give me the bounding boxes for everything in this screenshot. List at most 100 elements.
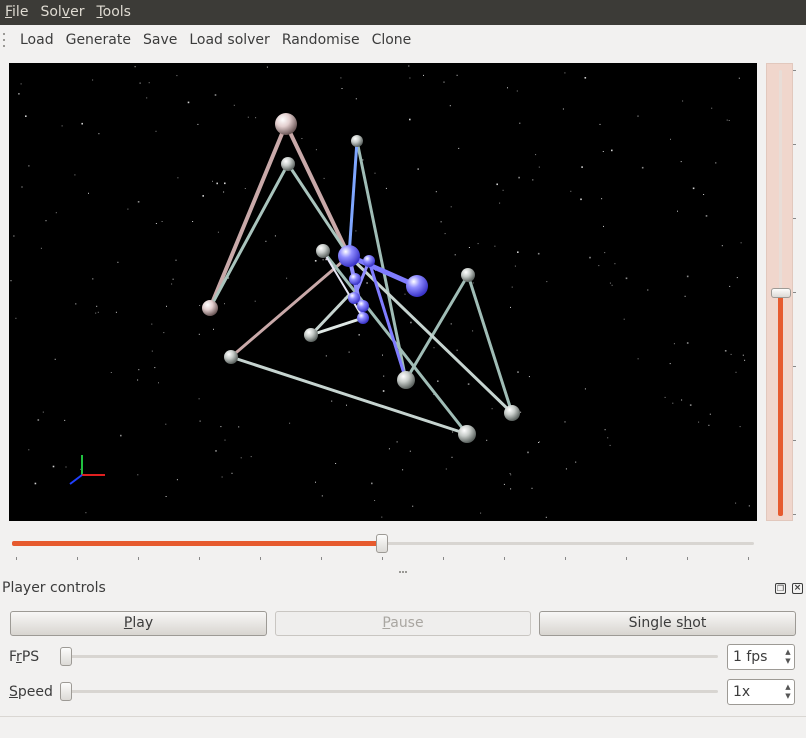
star [412,505,414,507]
axis-gizmo-icon [69,455,105,485]
star [584,77,587,79]
star [647,289,649,291]
3d-viewport[interactable] [9,63,757,521]
star [176,479,178,481]
star [15,317,17,319]
fps-slider[interactable] [60,647,718,667]
generate-button[interactable]: Generate [60,25,137,55]
fps-label-pre: F [9,649,17,665]
star [64,419,66,421]
star [417,168,419,170]
star [65,466,67,468]
star [450,323,452,325]
star [331,400,333,402]
star [510,488,512,490]
play-button[interactable]: Play [10,611,267,636]
randomise-button[interactable]: Randomise [276,25,366,55]
star [611,284,613,286]
star [266,66,268,68]
star [335,463,337,464]
star [383,375,385,377]
star [321,495,323,497]
star [187,101,190,104]
star [199,420,201,422]
star [40,247,42,249]
star [637,115,639,117]
timeline-tick [626,557,627,560]
star [562,108,564,110]
timeline-slider-handle[interactable] [376,534,388,553]
star [611,149,613,152]
star [538,166,540,168]
star [274,235,276,237]
timeline-tick [565,557,566,560]
star [97,311,99,313]
scene-render [10,65,750,518]
spin-arrows-icon[interactable]: ▲ ▼ [782,645,794,669]
clone-button[interactable]: Clone [366,25,418,55]
star [315,481,316,483]
star [532,179,534,181]
zoom-slider-tick [793,218,796,219]
star [538,442,539,443]
single-shot-button[interactable]: Single shot [539,611,796,636]
star [452,431,454,433]
star [449,105,451,107]
timeline-tick [138,557,139,560]
menu-tools[interactable]: Tools [90,0,137,25]
zoom-slider[interactable] [766,63,796,521]
fps-slider-handle[interactable] [60,647,72,666]
timeline-slider[interactable] [10,533,756,563]
star [301,138,303,139]
star [213,328,214,330]
star [601,198,603,200]
restore-icon[interactable]: ❐ [775,583,786,594]
star [25,115,27,117]
star [623,318,625,320]
star [538,441,540,443]
star [517,251,519,253]
star [681,399,683,401]
star [410,321,412,324]
star [528,376,530,378]
load-solver-button[interactable]: Load solver [183,25,275,55]
spin-arrows-icon[interactable]: ▲ ▼ [782,680,794,704]
toolbar-grip-icon[interactable] [3,33,10,47]
menu-solver[interactable]: Solver [34,0,90,25]
zoom-slider-handle[interactable] [771,288,791,298]
star [199,305,201,306]
star [724,350,727,352]
menubar: File Solver Tools [0,0,806,25]
star [575,461,577,463]
pause-button[interactable]: Pause [275,611,531,636]
star [166,305,167,307]
speed-slider-handle[interactable] [60,682,72,701]
star [510,306,511,308]
star [440,221,442,223]
star [158,382,159,384]
star [444,233,446,235]
toolbar: Load Generate Save Load solver Randomise… [0,25,806,55]
star [138,369,140,371]
load-button[interactable]: Load [14,25,60,55]
star [408,65,410,67]
star [517,371,519,373]
star [177,177,179,179]
speed-spinbox[interactable]: 1x ▲ ▼ [727,679,795,705]
fps-spinbox[interactable]: 1 fps ▲ ▼ [727,644,795,670]
close-icon[interactable]: × [792,583,803,594]
star [458,147,460,149]
star [680,161,682,163]
star [254,300,256,302]
star [735,371,737,373]
speed-slider[interactable] [60,682,718,702]
star [496,183,498,186]
star [580,198,582,201]
star [409,77,411,79]
star [215,450,217,452]
menu-file[interactable]: File [0,0,34,25]
splitter-handle-icon[interactable] [399,571,407,574]
save-button[interactable]: Save [137,25,183,55]
star [137,201,140,203]
zoom-slider-groove [779,70,782,292]
